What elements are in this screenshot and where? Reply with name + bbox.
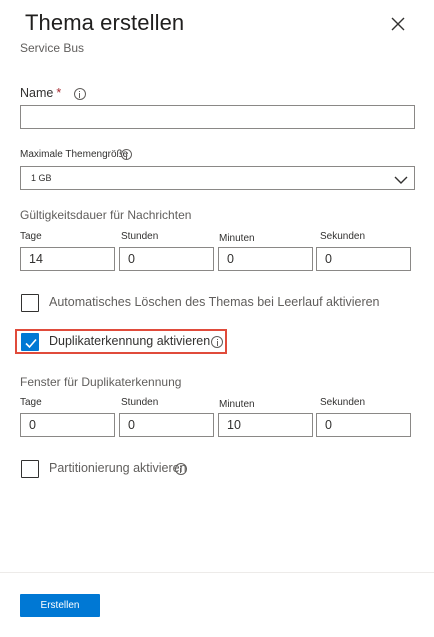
partitioning-checkbox[interactable] — [21, 460, 39, 478]
info-icon[interactable] — [120, 149, 132, 160]
dup-days-input[interactable] — [20, 413, 115, 437]
max-size-dropdown[interactable]: 1 GB — [20, 166, 415, 190]
dup-hours-label: Stunden — [121, 397, 159, 408]
dup-minutes-label: Minuten — [219, 399, 255, 410]
ttl-days-label: Tage — [20, 231, 42, 242]
ttl-minutes-input[interactable] — [218, 247, 313, 271]
create-button[interactable]: Erstellen — [20, 594, 100, 617]
ttl-hours-label: Stunden — [121, 231, 159, 242]
chevron-down-icon — [394, 172, 408, 184]
dup-days-label: Tage — [20, 397, 42, 408]
name-label: Name * — [20, 86, 86, 100]
info-icon[interactable] — [174, 462, 187, 475]
max-size-value: 1 GB — [31, 173, 52, 183]
dup-window-label: Fenster für Duplikaterkennung — [20, 375, 182, 389]
dup-seconds-input[interactable] — [316, 413, 411, 437]
ttl-days-input[interactable] — [20, 247, 115, 271]
info-icon[interactable] — [73, 87, 86, 100]
ttl-seconds-label: Sekunden — [320, 231, 366, 242]
ttl-hours-input[interactable] — [119, 247, 214, 271]
checkmark-icon — [25, 338, 37, 349]
required-marker: * — [56, 86, 62, 100]
partitioning-label: Partitionierung aktivieren — [49, 461, 187, 475]
close-icon[interactable] — [386, 12, 410, 36]
auto-delete-checkbox[interactable] — [21, 294, 39, 312]
info-icon[interactable] — [211, 335, 224, 348]
auto-delete-label: Automatisches Löschen des Themas bei Lee… — [49, 295, 380, 309]
dup-hours-input[interactable] — [119, 413, 214, 437]
duplicate-detection-checkbox[interactable] — [21, 333, 39, 351]
page-title: Thema erstellen — [25, 10, 185, 35]
dup-minutes-input[interactable] — [218, 413, 313, 437]
footer-divider — [0, 572, 434, 573]
dup-seconds-label: Sekunden — [320, 397, 366, 408]
max-size-label: Maximale Themengröße — [20, 149, 132, 160]
duplicate-detection-label: Duplikaterkennung aktivieren — [49, 334, 224, 348]
name-input[interactable] — [20, 105, 415, 129]
ttl-minutes-label: Minuten — [219, 233, 255, 244]
ttl-seconds-input[interactable] — [316, 247, 411, 271]
page-subtitle: Service Bus — [20, 41, 85, 55]
ttl-label: Gültigkeitsdauer für Nachrichten — [20, 208, 192, 222]
